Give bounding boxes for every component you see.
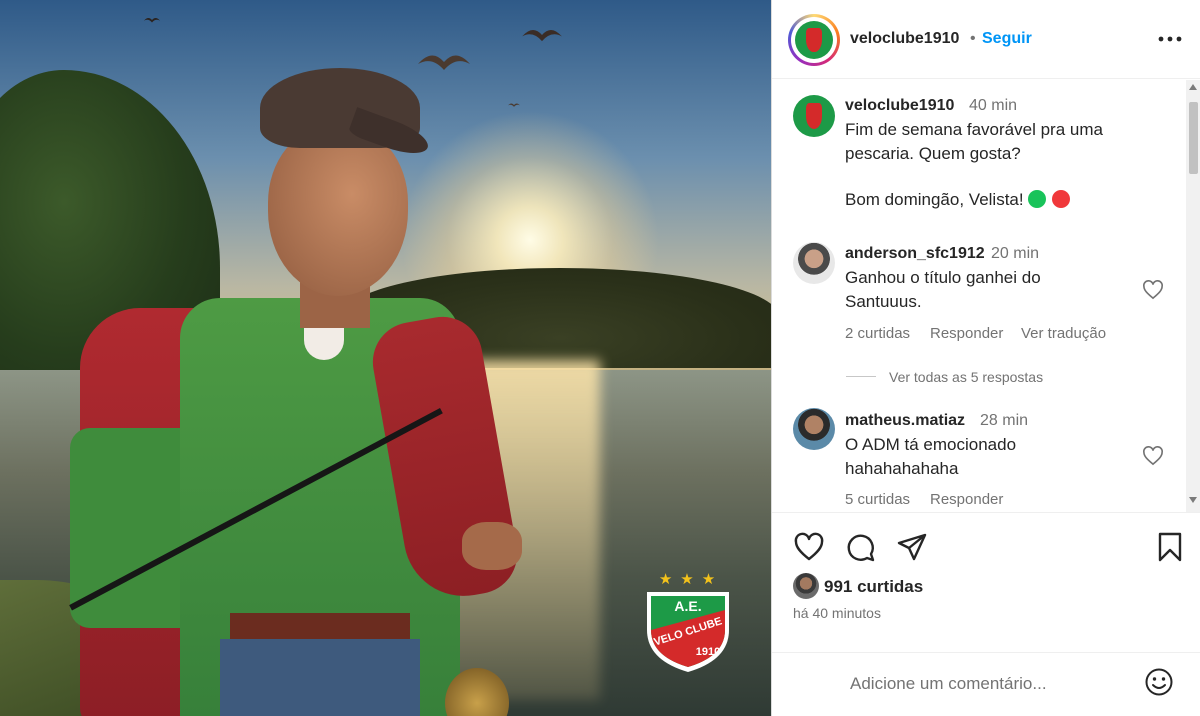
comment-line1: O ADM tá emocionado xyxy=(845,435,1017,454)
post-sidebar: veloclube1910 • Seguir veloclube1910 40 … xyxy=(771,0,1200,716)
bird-icon xyxy=(144,17,160,23)
face xyxy=(268,126,408,296)
comment-time: 28 min xyxy=(980,412,1029,429)
post-timestamp[interactable]: há 40 minutos xyxy=(793,605,881,621)
bookmark-icon[interactable] xyxy=(1154,531,1186,563)
likes-avatar[interactable] xyxy=(793,573,819,599)
hand xyxy=(462,522,522,570)
more-icon[interactable] xyxy=(1158,36,1182,42)
caption-line3: Bom domingão, Velista! xyxy=(845,190,1024,209)
jeans xyxy=(220,639,420,716)
translate-button[interactable]: Ver tradução xyxy=(1021,325,1106,342)
scroll-up-arrow[interactable] xyxy=(1189,84,1197,90)
comment-username[interactable]: matheus.matiaz xyxy=(845,412,965,430)
reply-button[interactable]: Responder xyxy=(930,325,1003,342)
post-image[interactable]: ★★★ A.E. VELO CLUBE 1910 xyxy=(0,0,771,716)
header-username[interactable]: veloclube1910 xyxy=(850,30,959,48)
caption-line3-wrap: Bom domingão, Velista! xyxy=(845,188,1135,211)
comment-icon[interactable] xyxy=(845,531,877,563)
scroll-thumb[interactable] xyxy=(1189,102,1198,174)
comment-likes[interactable]: 5 curtidas xyxy=(845,491,910,508)
story-ring[interactable] xyxy=(788,14,840,66)
heart-icon[interactable] xyxy=(793,531,825,563)
caption-avatar[interactable] xyxy=(793,95,835,137)
emoji-icon[interactable] xyxy=(1144,667,1174,697)
comments-scrollbar[interactable] xyxy=(1186,80,1200,512)
caption-line1: Fim de semana favorável pra uma xyxy=(845,120,1103,139)
replies-divider xyxy=(846,376,876,377)
follow-button[interactable]: Seguir xyxy=(982,30,1032,48)
comment-username[interactable]: anderson_sfc1912 xyxy=(845,245,985,263)
reply-button[interactable]: Responder xyxy=(930,491,1003,508)
caption-avatar-red xyxy=(805,102,823,130)
post-header: veloclube1910 • Seguir xyxy=(772,0,1200,79)
comments-list[interactable]: veloclube1910 40 min Fim de semana favor… xyxy=(772,80,1200,512)
comment-line2: Santuuus. xyxy=(845,292,922,311)
caption-username[interactable]: veloclube1910 xyxy=(845,97,954,115)
post-actions: 991 curtidas há 40 minutos xyxy=(772,512,1200,652)
likes-count[interactable]: 991 curtidas xyxy=(824,577,923,597)
comment-line1: Ganhou o título ganhei do xyxy=(845,268,1041,287)
comment-like-icon[interactable] xyxy=(1142,280,1164,300)
caption-time: 40 min xyxy=(969,97,1018,114)
belt xyxy=(230,613,410,639)
comment-line2: hahahahahaha xyxy=(845,459,959,478)
comment-likes[interactable]: 2 curtidas xyxy=(845,325,910,342)
avatar[interactable] xyxy=(795,21,833,59)
green-circle-emoji xyxy=(1027,190,1046,208)
badge-stars: ★★★ xyxy=(658,571,724,588)
caption-line2: pescaria. Quem gosta? xyxy=(845,144,1021,163)
comment-time: 20 min xyxy=(991,245,1040,262)
comment-like-icon[interactable] xyxy=(1142,446,1164,466)
comment-input[interactable] xyxy=(850,671,1140,697)
view-replies-button[interactable]: Ver todas as 5 respostas xyxy=(889,369,1043,385)
badge-line3: 1910 xyxy=(695,646,721,658)
add-comment-bar xyxy=(772,652,1200,716)
red-circle-emoji xyxy=(1051,190,1070,208)
comment-avatar[interactable] xyxy=(793,242,835,284)
separator-dot: • xyxy=(970,30,976,47)
scroll-down-arrow[interactable] xyxy=(1189,497,1197,503)
badge-line1: A.E. xyxy=(674,598,702,614)
share-icon[interactable] xyxy=(896,531,928,563)
avatar-red xyxy=(806,27,822,53)
bird-icon xyxy=(522,29,562,42)
comment-avatar[interactable] xyxy=(793,408,835,450)
club-badge: ★★★ A.E. VELO CLUBE 1910 xyxy=(643,570,733,680)
fisherman xyxy=(60,68,540,716)
